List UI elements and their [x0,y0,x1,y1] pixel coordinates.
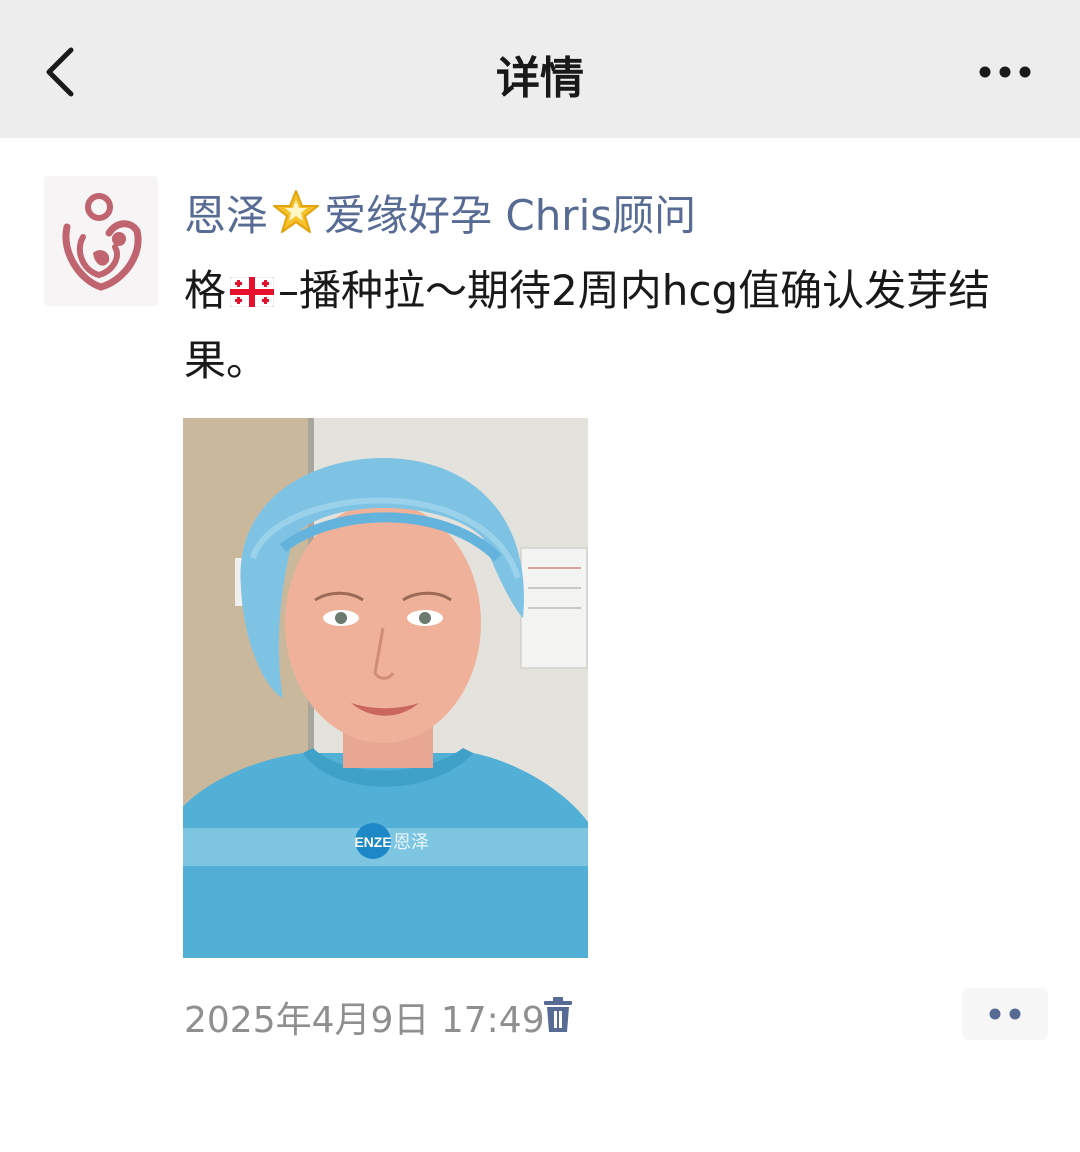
author-name-prefix: 恩泽 [184,190,269,240]
author-name-suffix: 爱缘好孕 Chris顾问 [324,190,697,240]
more-dots-icon [979,66,1031,78]
post-text: 格 –播种拉～期待2周内hcg值确认发芽结果。 [184,256,1044,396]
trash-icon [544,997,572,1032]
photo-watermark: ENZE [354,834,391,850]
author-name[interactable]: 恩泽 爱缘好孕 Chris顾问 [184,184,696,240]
post-photo[interactable]: ENZE 恩泽 [183,418,588,958]
two-dots-icon [989,1008,1021,1020]
star-icon [273,190,320,233]
brand-logo-icon [62,193,142,291]
photo-watermark-cn: 恩泽 [393,832,429,853]
comment-like-button[interactable] [962,988,1048,1040]
back-button[interactable] [30,40,90,104]
avatar[interactable] [44,176,158,306]
georgia-flag-icon [230,277,275,307]
post-text-rest: –播种拉～期待2周内hcg值确认发芽结果。 [184,266,991,385]
photo-image: ENZE 恩泽 [183,418,588,958]
post-timestamp: 2025年4月9日 17:49 [184,1000,545,1041]
delete-button[interactable] [538,992,578,1038]
chevron-left-icon [46,47,74,97]
more-button[interactable] [970,50,1040,94]
post-text-start: 格 [184,266,227,315]
page-title: 详情 [496,53,584,104]
